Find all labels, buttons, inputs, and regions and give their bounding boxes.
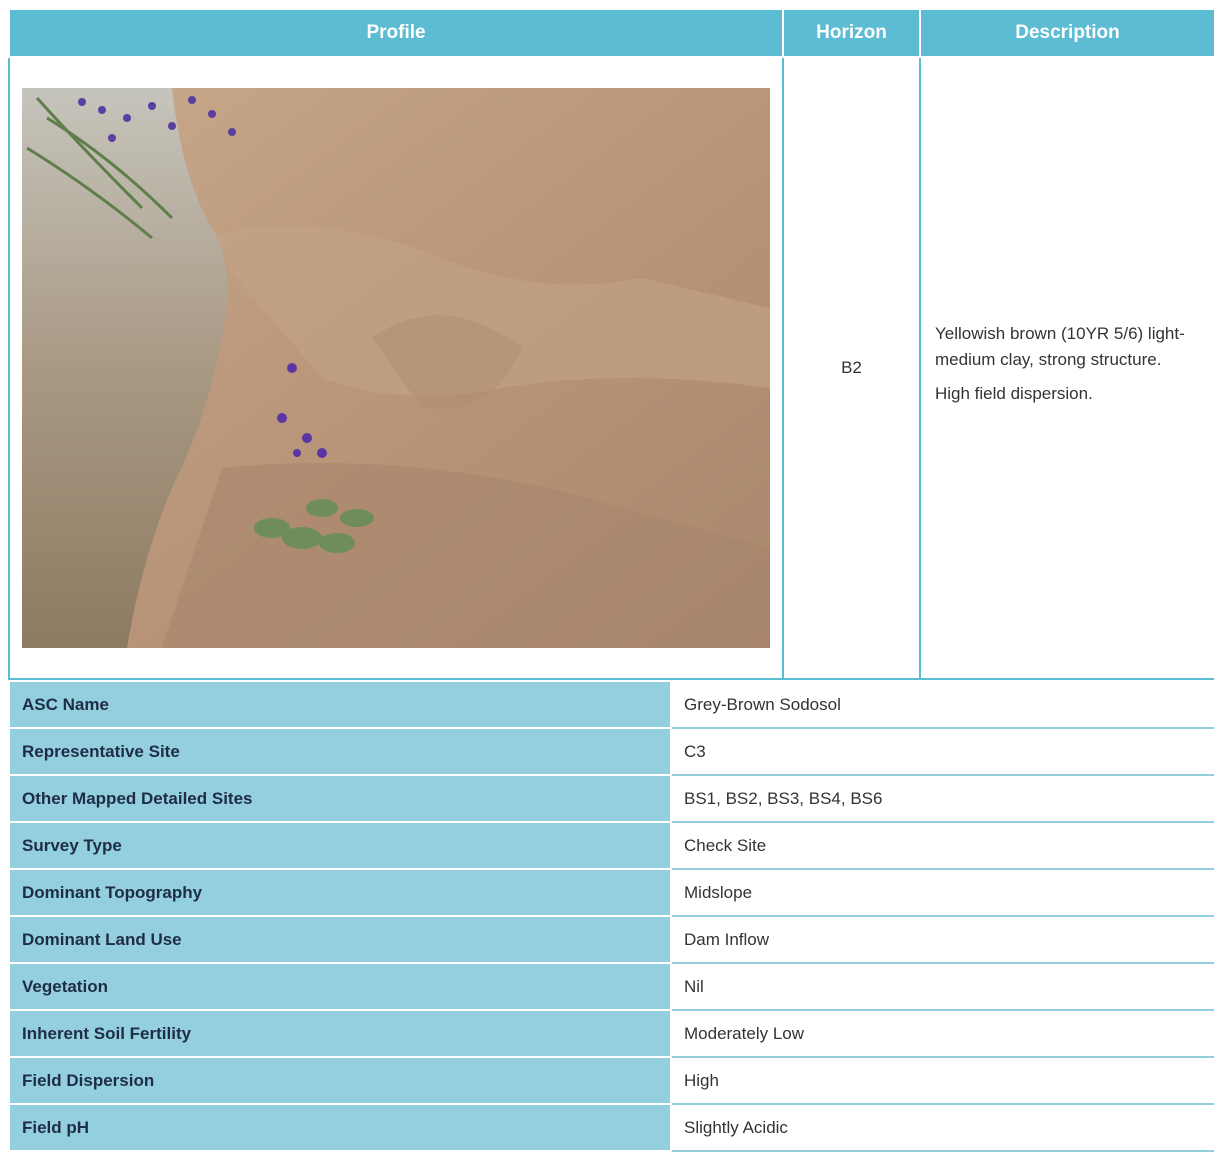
ph-value: Slightly Acidic [670,1103,1214,1152]
other-sites-value: BS1, BS2, BS3, BS4, BS6 [670,774,1214,823]
profile-photo [22,88,770,648]
other-sites-label: Other Mapped Detailed Sites [8,774,672,823]
topography-value: Midslope [670,868,1214,917]
attribute-row: Dominant Land Use Dam Inflow [8,915,1214,964]
topography-label: Dominant Topography [8,868,672,917]
attribute-row: Inherent Soil Fertility Moderately Low [8,1009,1214,1058]
vegetation-label: Vegetation [8,962,672,1011]
land-use-label: Dominant Land Use [8,915,672,964]
land-use-value: Dam Inflow [670,915,1214,964]
attributes-table: ASC Name Grey-Brown Sodosol Representati… [8,680,1214,1152]
representative-site-value: C3 [670,727,1214,776]
description-cell: Yellowish brown (10YR 5/6) light-medium … [919,56,1214,680]
soil-profile-sheet: Profile Horizon Description B2 Yellowish… [8,8,1214,1152]
attribute-row: Survey Type Check Site [8,821,1214,870]
attribute-row: Field Dispersion High [8,1056,1214,1105]
description-line: High field dispersion. [935,384,1093,403]
asc-name-label: ASC Name [8,680,672,729]
ph-label: Field pH [8,1103,672,1152]
fertility-value: Moderately Low [670,1009,1214,1058]
asc-name-value: Grey-Brown Sodosol [670,680,1214,729]
attribute-row: Field pH Slightly Acidic [8,1103,1214,1152]
horizon-header: Horizon [782,8,921,58]
horizon-cell: B2 [782,56,921,680]
attribute-row: Dominant Topography Midslope [8,868,1214,917]
description-line: Yellowish brown (10YR 5/6) light-medium … [935,324,1185,369]
description-header: Description [919,8,1214,58]
survey-type-label: Survey Type [8,821,672,870]
profile-header: Profile [8,8,784,58]
survey-type-value: Check Site [670,821,1214,870]
attribute-row: ASC Name Grey-Brown Sodosol [8,680,1214,729]
fertility-label: Inherent Soil Fertility [8,1009,672,1058]
attribute-row: Vegetation Nil [8,962,1214,1011]
profile-photo-cell [8,56,784,680]
dispersion-value: High [670,1056,1214,1105]
attribute-row: Representative Site C3 [8,727,1214,776]
representative-site-label: Representative Site [8,727,672,776]
profile-table: Profile Horizon Description B2 Yellowish… [8,8,1214,680]
vegetation-value: Nil [670,962,1214,1011]
attribute-row: Other Mapped Detailed Sites BS1, BS2, BS… [8,774,1214,823]
dispersion-label: Field Dispersion [8,1056,672,1105]
